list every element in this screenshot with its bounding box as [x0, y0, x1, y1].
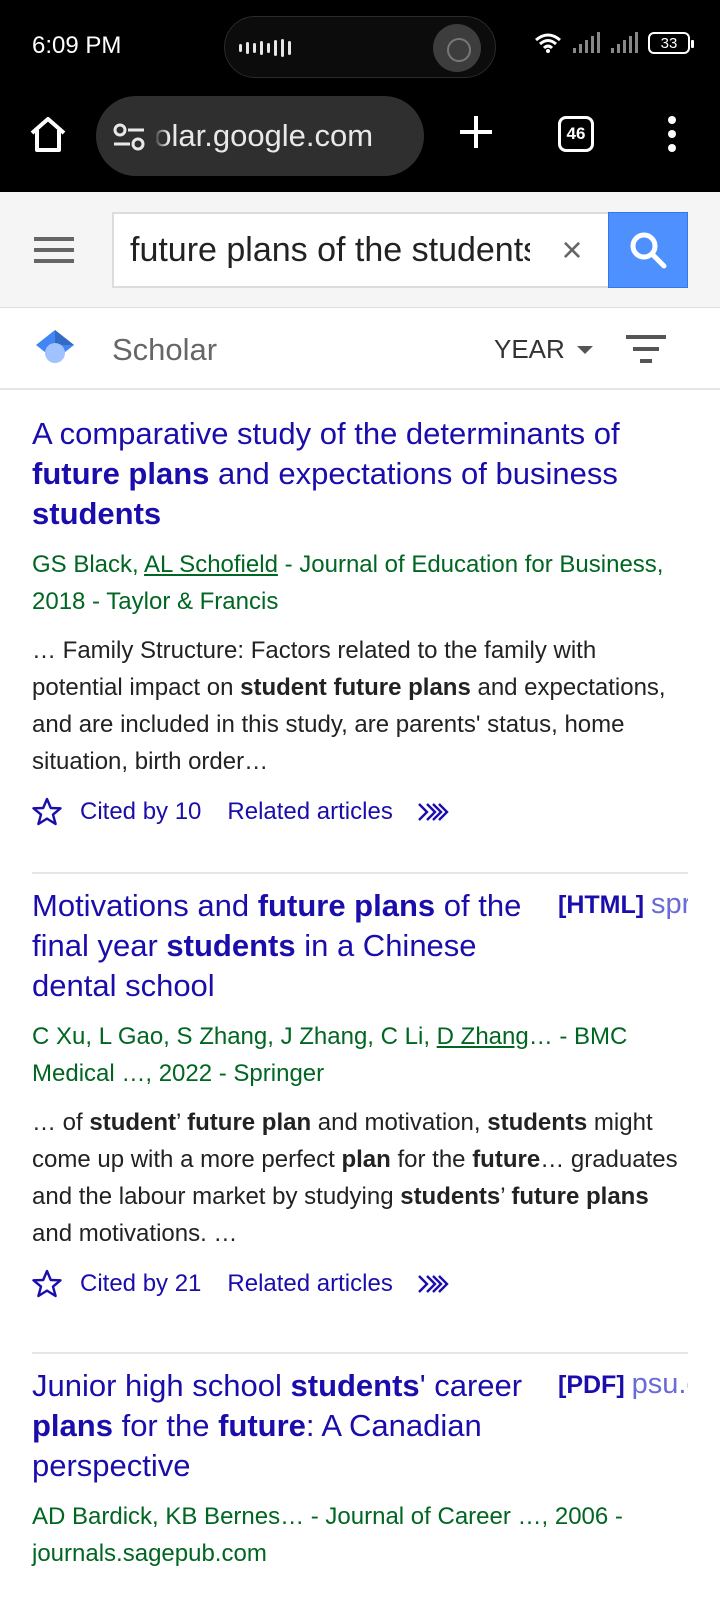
result-title-link[interactable]: A comparative study of the determinants …: [32, 414, 688, 534]
home-icon[interactable]: [26, 112, 70, 156]
hamburger-icon[interactable]: [34, 234, 76, 266]
search-header: future plans of the students ×: [0, 192, 720, 308]
scholar-bar: Scholar YEAR: [0, 308, 720, 390]
snippet-text: and motivation,: [311, 1109, 488, 1136]
plus-icon[interactable]: [456, 112, 496, 152]
audio-wave-icon: [239, 39, 291, 57]
title-highlight: students: [166, 928, 296, 963]
cited-by-link[interactable]: Cited by 10: [80, 798, 201, 826]
title-highlight: future plans: [32, 456, 210, 491]
badge-type: [HTML]: [558, 891, 645, 919]
author-text: GS Black,: [32, 551, 145, 578]
title-highlight: future plans: [257, 888, 436, 923]
wifi-icon: [535, 33, 561, 53]
more-vert-icon[interactable]: [662, 114, 682, 154]
title-highlight: plans: [32, 1408, 113, 1443]
search-button[interactable]: [608, 212, 688, 288]
result-snippet: … of student’ future plan and motivation…: [32, 1104, 688, 1252]
author-text: AD Bardick, KB Bernes… - Journal of Care…: [32, 1503, 623, 1567]
result-head: Junior high school students' career plan…: [32, 1366, 688, 1486]
snippet-highlight: plan: [341, 1146, 391, 1173]
search-input[interactable]: future plans of the students: [130, 214, 530, 286]
tune-icon[interactable]: [112, 122, 146, 152]
search-box: future plans of the students ×: [112, 212, 610, 288]
author-link[interactable]: D Zhang: [437, 1023, 529, 1050]
related-articles-link[interactable]: Related articles: [227, 1270, 392, 1298]
scholar-label[interactable]: Scholar: [112, 332, 217, 368]
snippet-text: ’: [176, 1109, 188, 1136]
cited-by-link[interactable]: Cited by 21: [80, 1270, 201, 1298]
result-divider: [32, 872, 688, 874]
snippet-highlight: future plans: [511, 1183, 649, 1210]
title-text: Motivations and: [32, 888, 258, 923]
year-filter-button[interactable]: YEAR: [494, 334, 593, 365]
full-text-link[interactable]: [PDF] psu.edu: [558, 1368, 688, 1401]
star-icon[interactable]: [32, 797, 62, 827]
url-text[interactable]: scholar.google.com: [156, 118, 410, 154]
url-value: scholar.google.com: [156, 118, 374, 153]
title-highlight: students: [32, 496, 162, 531]
snippet-highlight: future: [472, 1146, 541, 1173]
snippet-text: for the: [390, 1146, 473, 1173]
scholar-logo-icon[interactable]: [34, 328, 76, 370]
result-item: A comparative study of the determinants …: [32, 414, 688, 832]
signal-icon: [573, 32, 600, 53]
search-icon: [630, 232, 667, 269]
double-chevron-icon[interactable]: [417, 800, 451, 824]
double-chevron-icon[interactable]: [417, 1272, 451, 1296]
title-highlight: students: [290, 1368, 420, 1403]
title-text: Junior high school: [32, 1368, 291, 1403]
result-snippet: … Family Structure: Factors related to t…: [32, 632, 688, 780]
result-authors: C Xu, L Gao, S Zhang, J Zhang, C Li, D Z…: [32, 1018, 688, 1092]
snippet-highlight: future plan: [187, 1109, 312, 1136]
result-item: Motivations and future plans of the fina…: [32, 886, 688, 1304]
title-text: and expectations of business: [209, 456, 618, 491]
browser-toolbar: scholar.google.com 46: [0, 92, 720, 192]
snippet-highlight: student: [89, 1109, 177, 1136]
author-link[interactable]: AL Schofield: [144, 551, 278, 578]
badge-source: psu.edu: [631, 1368, 688, 1400]
title-text: A comparative study of the determinants …: [32, 416, 620, 451]
status-time: 6:09 PM: [32, 32, 122, 59]
result-actions: Cited by 21 Related articles: [32, 1264, 688, 1304]
full-text-link[interactable]: [HTML] springer.com: [558, 888, 688, 921]
title-text: for the: [112, 1408, 219, 1443]
badge-source: springer.com: [651, 888, 688, 920]
battery-icon: 33: [648, 32, 694, 54]
address-bar[interactable]: scholar.google.com: [96, 96, 424, 176]
related-articles-link[interactable]: Related articles: [227, 798, 392, 826]
star-icon[interactable]: [32, 1269, 62, 1299]
result-authors: GS Black, AL Schofield - Journal of Educ…: [32, 546, 688, 620]
title-highlight: future: [218, 1408, 306, 1443]
snippet-text: … of: [32, 1109, 90, 1136]
tab-switcher-button[interactable]: 46: [558, 116, 594, 152]
status-icons: 33: [534, 32, 694, 54]
front-camera-icon: [433, 24, 481, 72]
clear-icon[interactable]: ×: [550, 228, 594, 272]
badge-type: [PDF]: [558, 1371, 625, 1399]
status-bar: 6:09 PM 33: [0, 0, 720, 92]
camera-island: [224, 16, 496, 78]
author-text: C Xu, L Gao, S Zhang, J Zhang, C Li,: [32, 1023, 437, 1050]
result-title-link[interactable]: Junior high school students' career plan…: [32, 1366, 532, 1486]
year-label: YEAR: [494, 334, 565, 364]
filter-icon[interactable]: [626, 332, 666, 366]
snippet-text: and motivations. …: [32, 1220, 238, 1247]
snippet-highlight: students: [400, 1183, 501, 1210]
result-actions: Cited by 10 Related articles: [32, 792, 688, 832]
result-title-link[interactable]: Motivations and future plans of the fina…: [32, 886, 532, 1006]
caret-down-icon: [576, 345, 593, 354]
url-fade: [154, 96, 168, 176]
snippet-text: ’: [500, 1183, 512, 1210]
result-divider: [32, 1352, 688, 1354]
snippet-highlight: students: [487, 1109, 588, 1136]
result-head: Motivations and future plans of the fina…: [32, 886, 688, 1006]
snippet-highlight: student future plans: [240, 674, 471, 701]
result-item: Junior high school students' career plan…: [32, 1366, 688, 1572]
signal-icon-2: [611, 32, 638, 53]
title-text: ' career: [419, 1368, 523, 1403]
result-authors: AD Bardick, KB Bernes… - Journal of Care…: [32, 1498, 688, 1572]
